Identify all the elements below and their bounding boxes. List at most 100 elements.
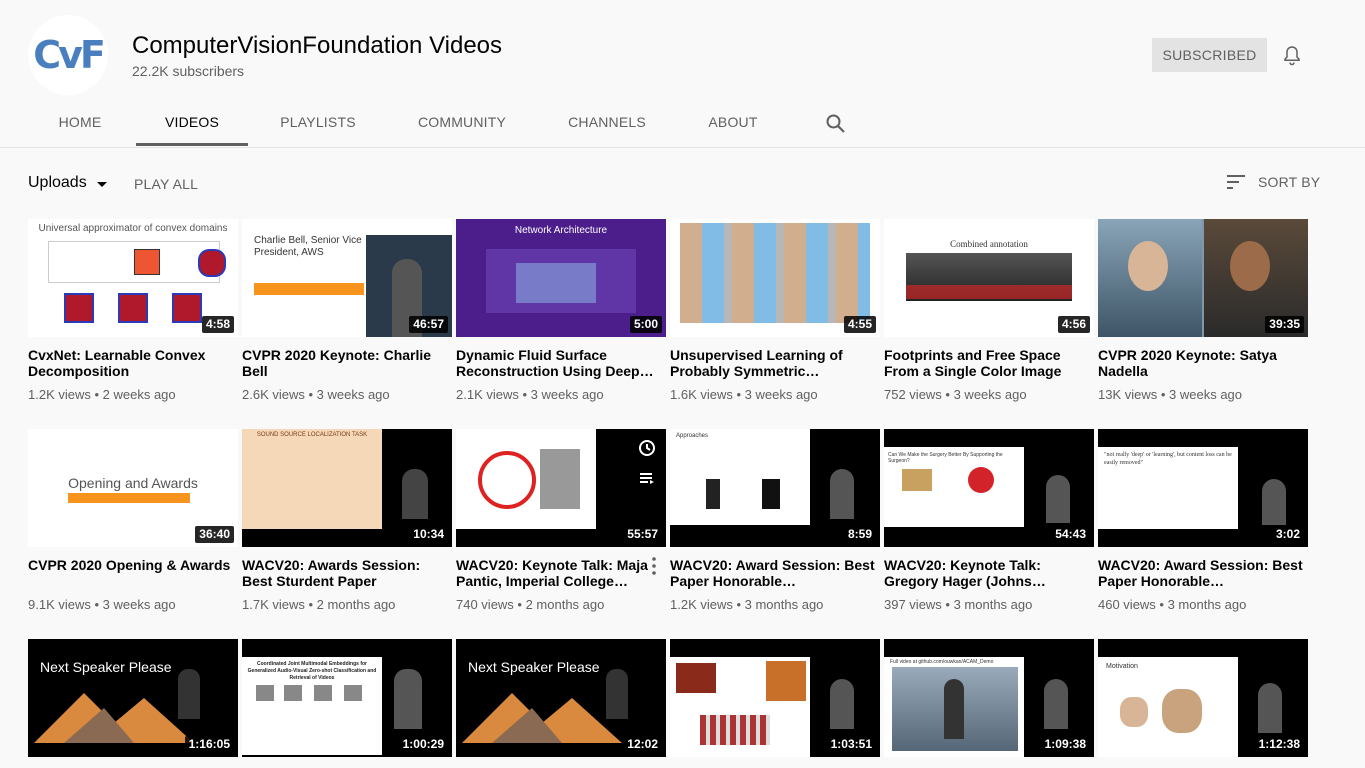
video-thumbnail[interactable]: Opening and Awards 36:40	[28, 429, 238, 547]
thumbnail-speaker	[606, 669, 628, 719]
video-item: Next Speaker Please 12:02	[456, 639, 666, 757]
video-meta: 9.1K views • 3 weeks ago	[28, 597, 176, 612]
thumbnail-text: Full video at github.com/ouwkan/ACAM_Dem…	[890, 659, 994, 665]
play-all-button[interactable]: PLAY ALL	[134, 176, 198, 192]
video-thumbnail[interactable]: Full video at github.com/ouwkan/ACAM_Dem…	[884, 639, 1094, 757]
video-item: Coordinated Joint Multimodal Embeddings …	[242, 639, 452, 757]
video-title[interactable]: Footprints and Free Space From a Single …	[884, 347, 1094, 379]
thumbnail-text: Network Architecture	[514, 225, 608, 236]
tab-community[interactable]: COMMUNITY	[404, 100, 520, 144]
video-item: Can We Make the Surgery Better By Suppor…	[884, 429, 1094, 612]
thumbnail-text: Opening and Awards	[68, 475, 198, 491]
video-thumbnail[interactable]: 1:03:51	[670, 639, 880, 757]
video-thumbnail[interactable]: Combined annotation 4:56	[884, 219, 1094, 337]
video-duration: 39:35	[1265, 316, 1304, 333]
video-thumbnail[interactable]: Next Speaker Please 12:02	[456, 639, 666, 757]
watch-later-icon[interactable]	[634, 435, 660, 461]
video-title[interactable]: CVPR 2020 Keynote: Satya Nadella	[1098, 347, 1308, 379]
video-item: Charlie Bell, Senior Vice President, AWS…	[242, 219, 452, 402]
video-duration: 1:16:05	[184, 736, 234, 753]
thumbnail-speaker	[1044, 679, 1068, 729]
video-thumbnail[interactable]: 4:55	[670, 219, 880, 337]
video-title[interactable]: CvxNet: Learnable Convex Decomposition	[28, 347, 238, 379]
video-meta: 1.2K views • 3 months ago	[670, 597, 824, 612]
thumbnail-text: Motivation	[1106, 663, 1138, 670]
video-thumbnail[interactable]: Motivation 1:12:38	[1098, 639, 1308, 757]
thumbnail-faces	[540, 449, 580, 509]
video-title[interactable]: Dynamic Fluid Surface Reconstruction Usi…	[456, 347, 666, 379]
more-actions-icon[interactable]	[650, 556, 658, 576]
video-duration: 3:02	[1271, 526, 1304, 543]
thumbnail-shape	[198, 249, 226, 277]
video-duration: 1:12:38	[1254, 736, 1304, 753]
thumbnail-face	[1128, 241, 1168, 291]
notification-bell-icon[interactable]	[1280, 44, 1304, 68]
video-title[interactable]: CVPR 2020 Keynote: Charlie Bell	[242, 347, 452, 379]
channel-search-icon[interactable]	[824, 112, 848, 136]
video-thumbnail[interactable]: Can We Make the Surgery Better By Suppor…	[884, 429, 1094, 547]
video-thumbnail[interactable]: Approaches 8:59	[670, 429, 880, 547]
video-title[interactable]: Unsupervised Learning of Probably Symmet…	[670, 347, 880, 379]
video-duration: 10:34	[409, 526, 448, 543]
video-thumbnail[interactable]: Universal approximator of convex domains…	[28, 219, 238, 337]
sort-by-button[interactable]: SORT BY	[1226, 173, 1320, 191]
tab-channels[interactable]: CHANNELS	[556, 100, 658, 144]
thumbnail-photo	[284, 685, 302, 701]
video-title[interactable]: WACV20: Award Session: Best Paper Honora…	[670, 557, 880, 589]
thumbnail-speaker	[830, 469, 854, 519]
thumbnail-face	[1162, 689, 1202, 733]
video-item: Opening and Awards 36:40 CVPR 2020 Openi…	[28, 429, 238, 612]
add-to-queue-icon[interactable]	[634, 465, 660, 491]
thumbnail-shape	[172, 293, 202, 323]
video-thumbnail[interactable]: Coordinated Joint Multimodal Embeddings …	[242, 639, 452, 757]
thumbnail-text: Can We Make the Surgery Better By Suppor…	[888, 452, 1003, 464]
video-thumbnail[interactable]: 39:35	[1098, 219, 1308, 337]
video-item: 55:57 WACV20: Keynote Talk: Maja Pantic,…	[456, 429, 666, 612]
mountain-graphic	[34, 693, 194, 743]
video-title[interactable]: WACV20: Keynote Talk: Maja Pantic, Imper…	[456, 557, 666, 589]
thumbnail-photo	[700, 715, 770, 745]
video-duration: 46:57	[409, 316, 448, 333]
thumbnail-person	[944, 679, 964, 739]
tab-home[interactable]: HOME	[44, 100, 116, 144]
video-thumbnail[interactable]: 55:57	[456, 429, 666, 547]
channel-logo-text: CvF	[33, 33, 106, 77]
video-title[interactable]: WACV20: Awards Session: Best Sturdent Pa…	[242, 557, 452, 589]
tab-playlists[interactable]: PLAYLISTS	[268, 100, 368, 144]
thumbnail-overlay	[906, 285, 1072, 299]
uploads-dropdown[interactable]: Uploads	[28, 174, 107, 192]
video-title[interactable]: CVPR 2020 Opening & Awards	[28, 557, 238, 589]
thumbnail-photo	[766, 661, 806, 701]
video-title[interactable]: WACV20: Keynote Talk: Gregory Hager (Joh…	[884, 557, 1094, 589]
uploads-label: Uploads	[28, 174, 87, 191]
channel-tabs: HOME VIDEOS PLAYLISTS COMMUNITY CHANNELS…	[0, 100, 900, 147]
channel-title: ComputerVisionFoundation Videos	[132, 32, 503, 59]
sort-icon	[1227, 175, 1245, 189]
tab-about[interactable]: ABOUT	[696, 100, 770, 144]
video-thumbnail[interactable]: Network Architecture 5:00	[456, 219, 666, 337]
video-thumbnail[interactable]: Charlie Bell, Senior Vice President, AWS…	[242, 219, 452, 337]
video-title[interactable]: WACV20: Award Session: Best Paper Honora…	[1098, 557, 1308, 589]
thumbnail-shape	[64, 293, 94, 323]
mountain-graphic	[462, 693, 622, 743]
thumbnail-figure	[706, 479, 720, 509]
video-thumbnail[interactable]: "not really 'deep' or 'learning', but co…	[1098, 429, 1308, 547]
channel-avatar[interactable]: CvF	[28, 15, 108, 95]
subscribed-button[interactable]: SUBSCRIBED	[1152, 38, 1267, 72]
thumbnail-figure	[762, 479, 780, 509]
thumbnail-text: Approaches	[676, 433, 709, 439]
thumbnail-text: Coordinated Joint Multimodal Embeddings …	[247, 661, 377, 681]
video-meta: 752 views • 3 weeks ago	[884, 387, 1027, 402]
video-thumbnail[interactable]: Next Speaker Please 1:16:05	[28, 639, 238, 757]
thumbnail-speaker	[178, 669, 200, 719]
thumbnail-text: "not really 'deep' or 'learning', but co…	[1104, 452, 1232, 466]
video-item: Motivation 1:12:38	[1098, 639, 1308, 757]
thumbnail-text: Combined annotation	[950, 239, 1028, 249]
tab-videos[interactable]: VIDEOS	[136, 100, 248, 146]
video-duration: 1:03:51	[826, 736, 876, 753]
video-meta: 1.2K views • 2 weeks ago	[28, 387, 176, 402]
video-thumbnail[interactable]: SOUND SOURCE LOCALIZATION TASK 10:34	[242, 429, 452, 547]
thumbnail-speaker	[830, 679, 854, 729]
video-duration: 5:00	[629, 316, 662, 333]
caret-down-icon	[96, 181, 107, 187]
